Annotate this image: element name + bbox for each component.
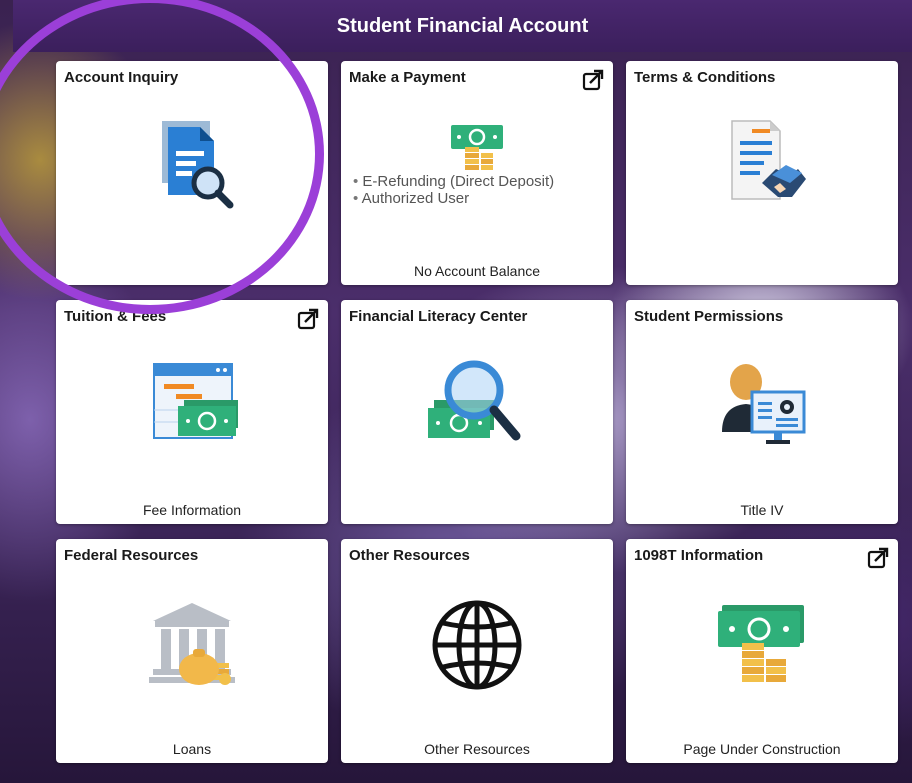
tile-title: 1098T Information	[634, 547, 764, 564]
magnifier-money-icon	[428, 360, 521, 441]
bank-money-bag-icon	[149, 603, 235, 685]
tile-title: Federal Resources	[64, 547, 199, 564]
tile-student-permissions[interactable]: Student Permissions Title IV	[626, 300, 898, 524]
tile-title: Make a Payment	[349, 69, 466, 86]
tile-account-inquiry[interactable]: Account Inquiry	[56, 61, 328, 285]
tile-other-resources[interactable]: Other Resources Other Resources	[341, 539, 613, 763]
tile-title: Account Inquiry	[64, 69, 179, 86]
tile-1098t-information[interactable]: 1098T Information Page Under Constructio…	[626, 539, 898, 763]
tile-financial-literacy-center[interactable]: Financial Literacy Center	[341, 300, 613, 524]
tile-footer: Title IV	[740, 502, 784, 518]
document-search-icon	[162, 121, 234, 209]
document-handshake-icon	[731, 120, 806, 200]
tile-footer: No Account Balance	[413, 263, 541, 279]
external-link-icon[interactable]	[867, 547, 889, 569]
list-item[interactable]: E-Refunding (Direct Deposit)	[353, 173, 554, 190]
external-link-icon[interactable]	[297, 308, 319, 330]
tile-title: Other Resources	[349, 547, 470, 564]
external-link-icon[interactable]	[582, 69, 604, 91]
tile-federal-resources[interactable]: Federal Resources Loans	[56, 539, 328, 763]
tile-make-a-payment[interactable]: Make a Payment E-Refunding (Direct Depos…	[341, 61, 613, 285]
list-item[interactable]: Authorized User	[353, 190, 554, 207]
page-title: Student Financial Account	[336, 14, 589, 37]
tile-footer: Page Under Construction	[683, 741, 841, 757]
tile-tuition-fees[interactable]: Tuition & Fees Fee Information	[56, 300, 328, 524]
money-coins-icon	[451, 125, 503, 170]
calendar-money-icon	[153, 363, 238, 439]
tile-terms-conditions[interactable]: Terms & Conditions	[626, 61, 898, 285]
tile-footer: Loans	[172, 741, 212, 757]
tile-title: Student Permissions	[634, 308, 784, 325]
tile-title: Tuition & Fees	[64, 308, 167, 325]
tile-title: Financial Literacy Center	[349, 308, 528, 325]
tile-title: Terms & Conditions	[634, 69, 776, 86]
payment-options-list: E-Refunding (Direct Deposit) Authorized …	[353, 173, 555, 207]
person-monitor-icon	[722, 364, 806, 444]
page-header: Student Financial Account	[13, 0, 912, 52]
tile-footer: Other Resources	[424, 741, 530, 757]
money-coins-icon	[718, 605, 804, 682]
tile-footer: Fee Information	[142, 502, 242, 518]
globe-icon	[432, 600, 522, 690]
